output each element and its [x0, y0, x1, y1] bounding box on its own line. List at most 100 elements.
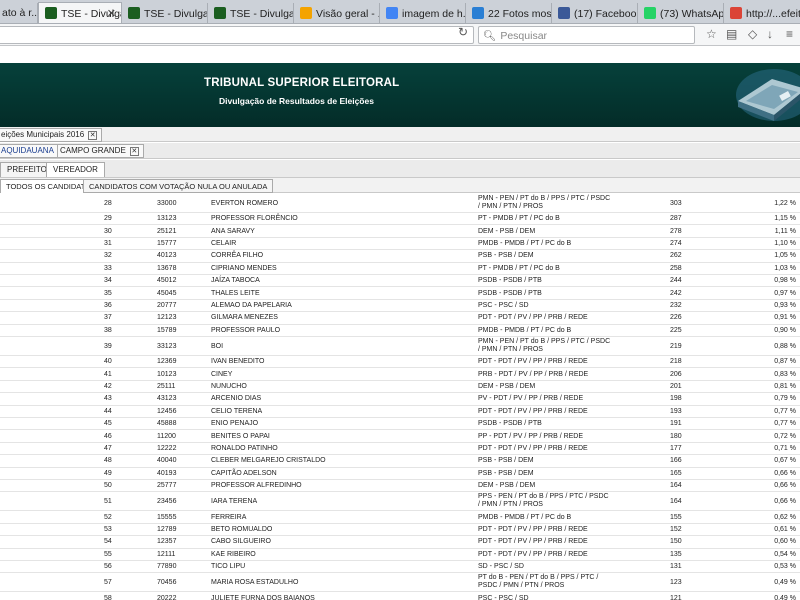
browser-tab[interactable]: http://...efeitos [724, 3, 800, 23]
cell-percent: 0,91 % [774, 314, 796, 322]
cell-votes: 135 [670, 550, 682, 558]
cell-percent: 1,10 % [774, 239, 796, 247]
cell-party: PSC - PSC / SD [478, 301, 529, 309]
cell-position: 51 [104, 497, 112, 505]
browser-tab[interactable]: TSE - Divulgação ... [122, 3, 208, 23]
cell-name: ALEMAO DA PAPELARIA [211, 301, 292, 309]
cell-position: 30 [104, 227, 112, 235]
tab-candidatos-votacao-nula[interactable]: CANDIDATOS COM VOTAÇÃO NULA OU ANULADA [83, 179, 274, 193]
table-row: 46 11200 BENITES O PAPAI 180 0,72 % PP - PDT … [0, 430, 800, 443]
browser-tab-label: (73) WhatsApp [660, 8, 724, 20]
tab-campo-grande[interactable]: CAMPO GRANDE ✕ [57, 144, 144, 158]
cell-percent: 0,77 % [774, 407, 796, 415]
cell-party: SD - PSC / SD [478, 563, 524, 571]
browser-nav-bar: ↻ 🔍︎ Pesquisar ☆ ▤ ◇ ↓ ≡ [0, 24, 800, 46]
cell-party: PDT - PDT / PV / PP / PRB / REDE [478, 314, 588, 322]
table-row: 34 45012 JAÍZA TABOCA 244 0,98 % PSDB - PSDB … [0, 275, 800, 288]
cell-position: 45 [104, 420, 112, 428]
election-tab-row: eições Municipais 2016 ✕ [0, 127, 800, 142]
browser-tab[interactable]: TSE - Divulgação ... [208, 3, 294, 23]
tse-icon [128, 7, 140, 19]
cell-votes: 152 [670, 525, 682, 533]
cell-position: 28 [104, 199, 112, 207]
search-placeholder: Pesquisar [500, 30, 548, 42]
tab-eleicoes-municipais-2016[interactable]: eições Municipais 2016 ✕ [0, 128, 103, 142]
table-row: 50 25777 PROFESSOR ALFREDINHO 164 0,66 % DEM … [0, 480, 800, 493]
browser-tab[interactable]: Visão geral - ... [294, 3, 380, 23]
voting-machine-icon [736, 69, 800, 121]
browser-tab-label: ato à r... [2, 7, 38, 19]
browser-tab[interactable]: ato à r... [0, 3, 38, 23]
browser-tab[interactable]: imagem de h... [380, 3, 466, 23]
bookmark-star-icon[interactable]: ☆ [706, 27, 717, 41]
close-icon[interactable]: ✕ [88, 131, 98, 140]
cell-position: 31 [104, 239, 112, 247]
cell-party: PMDB - PMDB / PT / PC do B [478, 239, 572, 247]
cell-votes: 164 [670, 482, 682, 490]
table-row: 56 77890 TICO LIPU 131 0,53 % SD - PSC / SD [0, 561, 800, 574]
reading-list-icon[interactable]: ▤ [726, 27, 737, 41]
cell-percent: 0,87 % [774, 358, 796, 366]
cell-percent: 0,77 % [774, 420, 796, 428]
table-row: 55 12111 KAE RIBEIRO 135 0,54 % PDT - PDT / P… [0, 549, 800, 561]
close-icon[interactable]: ✕ [129, 147, 139, 156]
cell-votes: 164 [670, 497, 682, 505]
cell-percent: 1,11 % [774, 227, 796, 235]
cell-votes: 123 [670, 578, 682, 586]
browser-tab[interactable]: 22 Fotos mos... [466, 3, 552, 23]
cell-percent: 0,98 % [774, 277, 796, 285]
cell-votes: 226 [670, 314, 682, 322]
cell-percent: 0,93 % [774, 301, 796, 309]
cell-percent: 0,83 % [774, 370, 796, 378]
chrome-icon [730, 7, 742, 19]
close-icon[interactable]: ✕ [107, 7, 116, 20]
cell-position: 48 [104, 457, 112, 465]
cell-votes: 278 [670, 227, 682, 235]
cell-number: 12456 [157, 407, 177, 415]
download-icon[interactable]: ↓ [767, 27, 773, 41]
cell-position: 41 [104, 370, 112, 378]
cell-position: 35 [104, 289, 112, 297]
cell-number: 25111 [157, 382, 176, 390]
cell-number: 33123 [157, 342, 177, 350]
tab-vereador[interactable]: VEREADOR [46, 162, 105, 177]
table-row: 42 25111 NUNUCHO 201 0,81 % DEM - PSB / DEM [0, 381, 800, 394]
cell-name: ENIO PENAJO [211, 420, 259, 428]
cell-party: PSB - PSB / DEM [478, 252, 534, 260]
cell-party: PSDB - PSDB / PTB [478, 277, 542, 285]
cell-party: PDT - PDT / PV / PP / PRB / REDE [478, 407, 588, 415]
cell-position: 32 [104, 252, 112, 260]
pocket-icon[interactable]: ◇ [748, 27, 757, 41]
browser-tab[interactable]: TSE - Divulgação ...✕ [38, 2, 122, 23]
cell-number: 23456 [157, 497, 177, 505]
cell-name: IVAN BENEDITO [211, 358, 265, 366]
cell-percent: 0,66 % [774, 469, 796, 477]
cell-party: PSDB - PSDB / PTB [478, 420, 542, 428]
cell-party: DEM - PSB / DEM [478, 227, 536, 235]
cell-number: 13123 [157, 215, 177, 223]
cell-name: CIPRIANO MENDES [211, 264, 277, 272]
results-table: 28 33000 EVERTON ROMERO 303 1,22 % PMN - PEN … [0, 194, 800, 600]
browser-tab[interactable]: (17) Facebook [552, 3, 638, 23]
cell-number: 15555 [157, 513, 177, 521]
cell-party: PDT - PDT / PV / PP / PRB / REDE [478, 550, 588, 558]
table-row: 30 25121 ANA SARAVY 278 1,11 % DEM - PSB / DE… [0, 225, 800, 238]
cell-votes: 218 [670, 358, 682, 366]
cell-position: 49 [104, 469, 112, 477]
browser-tab[interactable]: (73) WhatsApp [638, 3, 724, 23]
cell-party: PDT - PDT / PV / PP / PRB / REDE [478, 444, 588, 452]
cell-number: 15789 [157, 326, 177, 334]
reload-icon[interactable]: ↻ [458, 25, 468, 39]
cell-number: 77890 [157, 563, 177, 571]
search-input[interactable]: 🔍︎ Pesquisar [478, 26, 695, 44]
cell-party: PT do B - PEN / PT do B / PPS / PTC / PSD… [478, 574, 599, 590]
table-row: 39 33123 BOI 219 0,88 % PMN - PEN / PT do B /… [0, 337, 800, 356]
table-row: 32 40123 CORRÊA FILHO 262 1,05 % PSB - PSB / … [0, 250, 800, 263]
cell-votes: 242 [670, 289, 682, 297]
cell-percent: 0,54 % [774, 550, 796, 558]
address-bar[interactable] [0, 26, 474, 44]
cell-name: PROFESSOR FLORÊNCIO [211, 215, 298, 223]
menu-icon[interactable]: ≡ [786, 27, 793, 41]
cell-party: PMDB - PMDB / PT / PC do B [478, 513, 572, 521]
google-icon [386, 7, 398, 19]
